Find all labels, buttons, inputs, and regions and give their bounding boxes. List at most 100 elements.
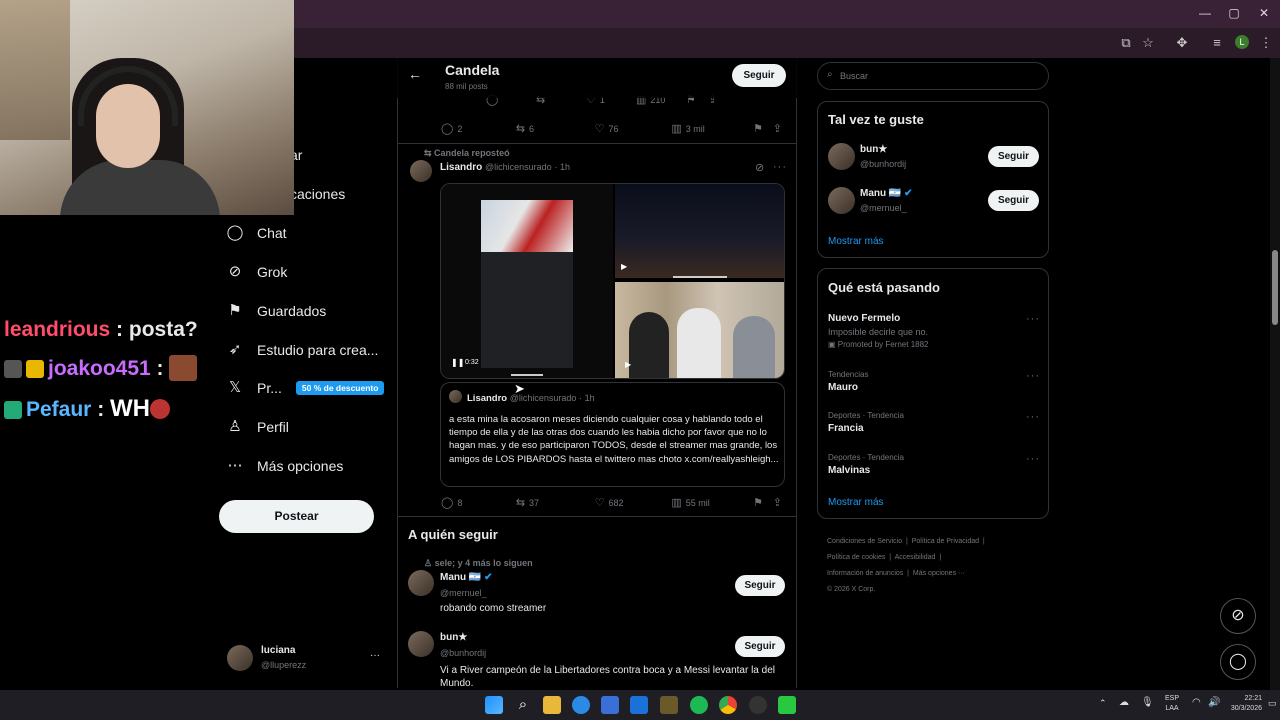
video-thumbnail[interactable]: ▶ bbox=[615, 282, 784, 378]
close-icon[interactable]: ✕ bbox=[1254, 6, 1274, 20]
scrollbar[interactable] bbox=[1270, 58, 1280, 690]
follow-button[interactable]: Seguir bbox=[732, 64, 786, 87]
follow-button[interactable]: Seguir bbox=[988, 146, 1039, 167]
footer-link[interactable]: Información de anuncios bbox=[827, 570, 903, 577]
search-icon[interactable]: ⌕ bbox=[514, 696, 532, 714]
nav-item-profile[interactable]: ♙ Perfil bbox=[226, 412, 289, 442]
volume-icon[interactable]: 🔊 bbox=[1208, 697, 1220, 708]
outlook-icon[interactable] bbox=[630, 696, 648, 714]
language-indicator[interactable]: ESP LAA bbox=[1160, 694, 1184, 714]
more-icon[interactable]: ··· bbox=[1026, 411, 1040, 423]
account-menu-icon[interactable]: ··· bbox=[370, 650, 380, 661]
trend-item[interactable]: Deportes · Tendencia Francia ··· bbox=[828, 411, 1040, 441]
footer-link[interactable]: Condiciones de Servicio bbox=[827, 538, 902, 545]
more-icon[interactable]: ··· bbox=[1026, 313, 1040, 325]
trend-item[interactable]: Nuevo Fermelo Imposible decirle que no. … bbox=[828, 313, 1040, 355]
nav-item-bookmarks[interactable]: ⚑ Guardados bbox=[226, 296, 326, 326]
suggest-name[interactable]: bun★ bbox=[440, 632, 467, 643]
mic-icon[interactable]: 🎙 bbox=[1141, 697, 1154, 708]
spotify-icon[interactable] bbox=[690, 696, 708, 714]
store-icon[interactable] bbox=[601, 696, 619, 714]
suggest-handle[interactable]: @mernuel_ bbox=[860, 203, 907, 213]
nav-item-grok[interactable]: ⊘ Grok bbox=[226, 257, 288, 287]
tray-chevron-icon[interactable]: ⌃ bbox=[1099, 698, 1107, 709]
like-button[interactable]: ♡ 682 bbox=[595, 496, 672, 509]
show-more-link[interactable]: Mostrar más bbox=[828, 236, 884, 247]
messages-fab-icon[interactable]: ◯ bbox=[1220, 644, 1256, 680]
views-button[interactable]: ▥ 55 mil bbox=[671, 496, 753, 509]
avatar[interactable] bbox=[410, 160, 432, 182]
grok-icon[interactable]: ⊘ bbox=[755, 161, 764, 174]
share-icon[interactable]: ⇪ bbox=[773, 122, 786, 135]
avatar[interactable] bbox=[408, 631, 434, 657]
suggest-name[interactable]: bun★ bbox=[860, 144, 887, 155]
follow-button[interactable]: Seguir bbox=[735, 636, 785, 657]
author-handle[interactable]: @lichicensurado bbox=[485, 162, 552, 172]
bookmark-icon[interactable]: ⚑ bbox=[753, 122, 773, 135]
extensions-icon[interactable]: ✥ bbox=[1173, 35, 1191, 51]
cast-icon[interactable]: ⧉ bbox=[1117, 35, 1135, 51]
more-icon[interactable]: ··· bbox=[1026, 453, 1040, 465]
reply-button[interactable]: ◯ 8 bbox=[441, 496, 516, 509]
notification-icon[interactable]: ▭ bbox=[1268, 698, 1277, 709]
network-icon[interactable]: ☁ bbox=[1119, 697, 1129, 708]
nav-item-chat[interactable]: ◯ Chat bbox=[226, 218, 287, 248]
repost-button[interactable]: ⇆ 37 bbox=[516, 496, 595, 509]
profile-avatar[interactable]: L bbox=[1235, 35, 1249, 49]
more-icon[interactable]: ··· bbox=[773, 161, 787, 173]
footer-link[interactable]: Política de cookies bbox=[827, 554, 885, 561]
app-icon[interactable] bbox=[778, 696, 796, 714]
minimize-icon[interactable]: — bbox=[1195, 6, 1215, 20]
avatar[interactable] bbox=[408, 570, 434, 596]
tweet-media[interactable]: ❚❚ 0:32 ▶ ▶ bbox=[440, 183, 785, 379]
video-progress[interactable] bbox=[511, 374, 543, 376]
clock[interactable]: 22:21 30/3/2026 bbox=[1226, 694, 1262, 714]
footer-link[interactable]: Más opciones ··· bbox=[913, 570, 965, 577]
follow-button[interactable]: Seguir bbox=[735, 575, 785, 596]
wifi-icon[interactable]: ◠ bbox=[1192, 697, 1201, 708]
trend-item[interactable]: Tendencias Mauro ··· bbox=[828, 370, 1040, 400]
like-button[interactable]: ♡ 76 bbox=[595, 122, 672, 135]
avatar[interactable] bbox=[828, 143, 855, 170]
video-player[interactable]: ❚❚ 0:32 bbox=[441, 184, 613, 378]
reply-button[interactable]: ◯ 2 bbox=[441, 122, 516, 135]
repost-button[interactable]: ⇆ 6 bbox=[516, 122, 595, 135]
grok-fab-icon[interactable]: ⊘ bbox=[1220, 598, 1256, 634]
account-switcher[interactable]: luciana @lluperezz ··· bbox=[227, 644, 387, 674]
suggest-handle[interactable]: @bunhordij bbox=[440, 648, 486, 658]
views-button[interactable]: ▥ 3 mil bbox=[671, 122, 753, 135]
suggest-name[interactable]: Manu 🇦🇷 ✔ bbox=[860, 188, 913, 199]
video-thumbnail[interactable]: ▶ bbox=[615, 184, 784, 278]
share-icon[interactable]: ⇪ bbox=[773, 496, 786, 509]
show-more-link[interactable]: Mostrar más bbox=[828, 497, 884, 508]
suggest-handle[interactable]: @bunhordij bbox=[860, 159, 906, 169]
pause-icon[interactable]: ❚❚ bbox=[451, 358, 464, 367]
suggest-handle[interactable]: @mernuel_ bbox=[440, 588, 487, 598]
browser-menu-icon[interactable]: ⋮ bbox=[1257, 35, 1275, 51]
reading-list-icon[interactable]: ≡ bbox=[1208, 35, 1226, 50]
tweet-time[interactable]: · 1h bbox=[554, 162, 570, 172]
nav-item-more[interactable]: ⋯ Más opciones bbox=[226, 451, 344, 481]
avatar[interactable] bbox=[828, 187, 855, 214]
nav-item-partial-2[interactable]: caciones bbox=[290, 186, 345, 202]
edge-icon[interactable] bbox=[572, 696, 590, 714]
nav-item-premium[interactable]: 𝕏 Pr... 50 % de descuento bbox=[226, 373, 385, 403]
maximize-icon[interactable]: ▢ bbox=[1224, 6, 1244, 20]
star-icon[interactable]: ☆ bbox=[1139, 35, 1157, 51]
search-input[interactable]: ⌕ Buscar bbox=[817, 62, 1049, 90]
bookmark-icon[interactable]: ⚑ bbox=[753, 496, 773, 509]
nav-item-creator-studio[interactable]: ➶ Estudio para crea... bbox=[226, 335, 379, 365]
suggest-name[interactable]: Manu 🇦🇷 ✔ bbox=[440, 572, 493, 583]
post-button[interactable]: Postear bbox=[219, 500, 374, 533]
author-name[interactable]: Lisandro bbox=[440, 162, 482, 173]
back-icon[interactable]: ← bbox=[408, 66, 422, 82]
chrome-icon[interactable] bbox=[719, 696, 737, 714]
footer-link[interactable]: Política de Privacidad bbox=[912, 538, 979, 545]
follow-button[interactable]: Seguir bbox=[988, 190, 1039, 211]
start-icon[interactable] bbox=[485, 696, 503, 714]
app-icon[interactable] bbox=[660, 696, 678, 714]
scrollbar-thumb[interactable] bbox=[1272, 250, 1278, 325]
trend-item[interactable]: Deportes · Tendencia Malvinas ··· bbox=[828, 453, 1040, 483]
obs-icon[interactable] bbox=[749, 696, 767, 714]
quoted-tweet[interactable]: Lisandro @lichicensurado · 1h a esta min… bbox=[440, 382, 785, 487]
